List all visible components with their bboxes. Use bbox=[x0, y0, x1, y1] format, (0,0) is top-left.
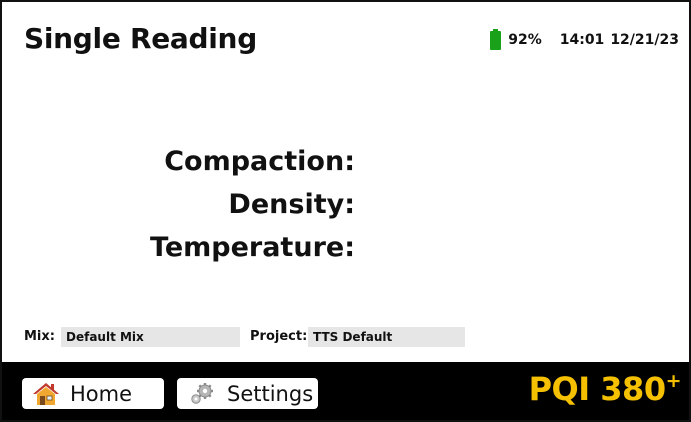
brand-logo: PQI 380+ bbox=[528, 370, 682, 408]
project-field[interactable]: TTS Default bbox=[308, 327, 465, 347]
battery-percent: 92% bbox=[508, 31, 542, 48]
settings-button[interactable]: Settings bbox=[177, 378, 318, 409]
compaction-label: Compaction: bbox=[164, 146, 355, 177]
density-label: Density: bbox=[228, 189, 355, 220]
home-icon bbox=[32, 382, 60, 406]
mix-field[interactable]: Default Mix bbox=[61, 327, 240, 347]
status-bar: 92% 14:01 12/21/23 bbox=[490, 29, 679, 50]
gears-icon bbox=[187, 382, 217, 406]
mix-label: Mix: bbox=[24, 329, 55, 344]
temperature-label: Temperature: bbox=[149, 232, 355, 263]
footer-bar: Home Settings PQI 380+ bbox=[2, 362, 689, 420]
project-label: Project: bbox=[250, 329, 308, 344]
brand-name: PQI 380 bbox=[528, 370, 667, 408]
settings-label: Settings bbox=[227, 381, 314, 406]
home-button[interactable]: Home bbox=[22, 378, 164, 409]
home-label: Home bbox=[70, 381, 133, 406]
clock-time: 14:01 bbox=[559, 31, 605, 48]
battery-icon bbox=[490, 29, 502, 50]
brand-mark: + bbox=[665, 370, 682, 392]
clock-date: 12/21/23 bbox=[610, 31, 679, 48]
device-screen: Single Reading 92% 14:01 12/21/23 Compac… bbox=[0, 0, 691, 422]
readings-panel: Compaction: Density: Temperature: bbox=[150, 140, 355, 269]
page-title: Single Reading bbox=[24, 22, 257, 55]
